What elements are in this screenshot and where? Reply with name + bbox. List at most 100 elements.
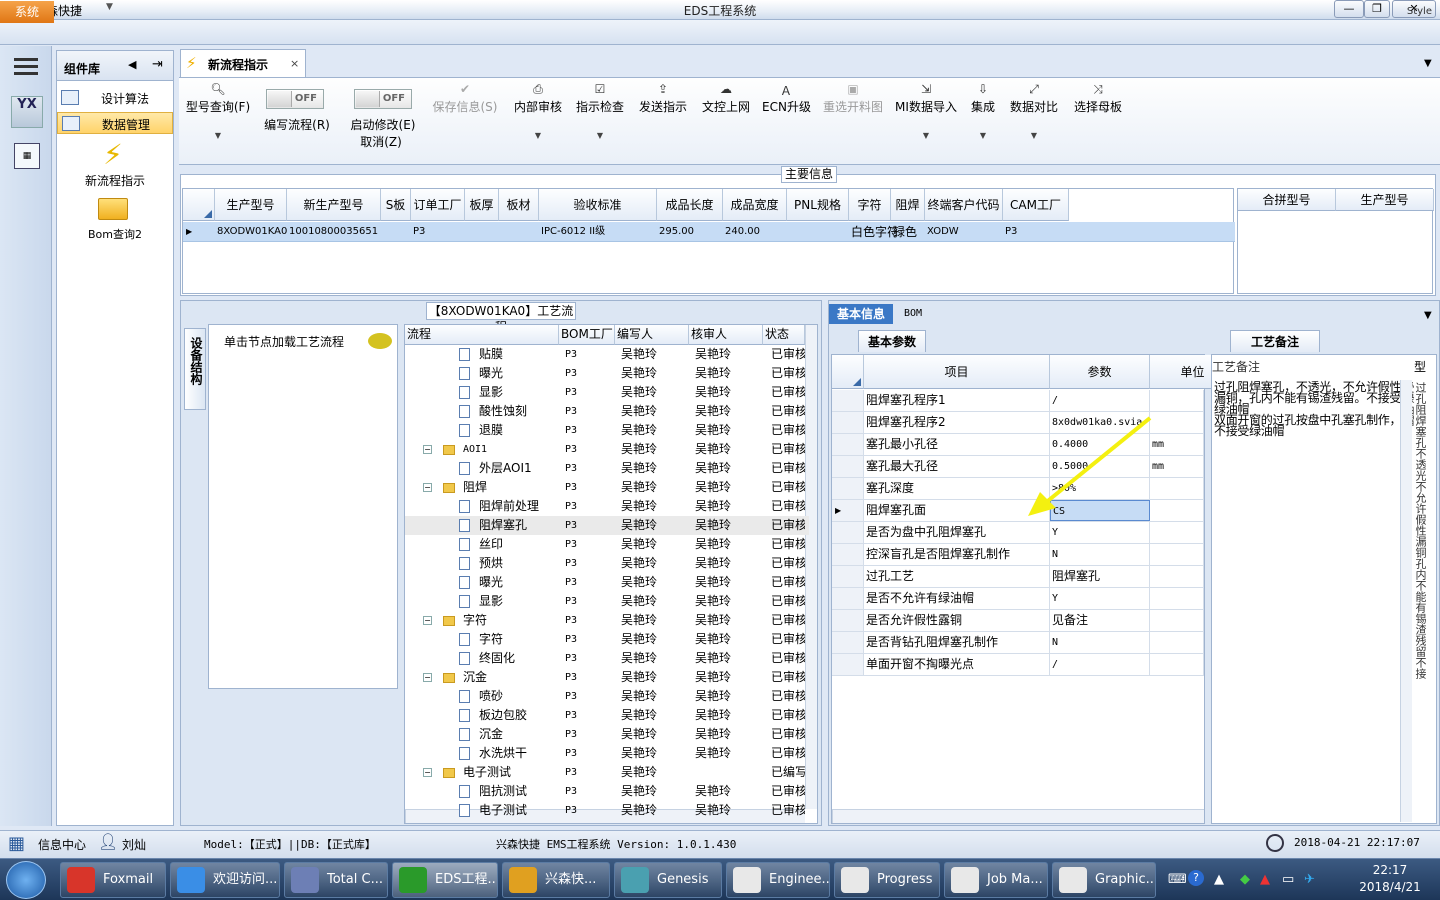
collapse-toggle-icon[interactable]: − (423, 483, 432, 492)
model-query-button[interactable]: 🔍︎ 型号查询(F) ▼ (184, 82, 252, 140)
nav-collapse-icon[interactable]: ◀ (128, 58, 136, 71)
param-value[interactable]: 见备注 (1050, 610, 1150, 631)
param-value[interactable]: Y (1050, 522, 1150, 543)
taskbar-clock[interactable]: 22:17 2018/4/21 (1352, 862, 1428, 896)
system-menu-tab[interactable]: 系统 (0, 1, 54, 23)
info-center-label[interactable]: 信息中心 (38, 836, 86, 853)
column-header[interactable]: 流程 (405, 325, 559, 345)
column-header[interactable]: PNL规格 (787, 189, 849, 221)
table-row[interactable]: 是否允许假性露铜 见备注 (832, 610, 1204, 632)
tree-row[interactable]: 预烘 P3 吴艳玲 吴艳玲 已审核 (405, 554, 809, 573)
column-header[interactable]: S板 (381, 189, 411, 221)
column-header[interactable]: 板材 (499, 189, 539, 221)
mi-import-button[interactable]: ⇲ MI数据导入 ▼ (894, 82, 958, 140)
column-header[interactable]: 项目 (864, 355, 1050, 389)
table-row[interactable]: 是否为盘中孔阻焊塞孔 Y (832, 522, 1204, 544)
collapse-toggle-icon[interactable]: − (423, 445, 432, 454)
tree-row[interactable]: 阻抗测试 P3 吴艳玲 吴艳玲 已审核 (405, 782, 809, 801)
tree-row[interactable]: − 电子测试 P3 吴艳玲 已编写 (405, 763, 809, 782)
tab-basic-info[interactable]: 基本信息 (829, 304, 893, 324)
table-row[interactable]: 单面开窗不掏曝光点 / (832, 654, 1204, 676)
tree-row[interactable]: 显影 P3 吴艳玲 吴艳玲 已审核 (405, 383, 809, 402)
tree-row[interactable]: 字符 P3 吴艳玲 吴艳玲 已审核 (405, 630, 809, 649)
windows-grid-icon[interactable]: ▦ (8, 833, 30, 854)
save-info-button[interactable]: ✔ 保存信息(S) (430, 82, 500, 115)
column-header[interactable]: BOM工厂 (559, 325, 615, 345)
collapse-toggle-icon[interactable]: − (423, 768, 432, 777)
column-header[interactable]: 生产型号 (215, 189, 287, 221)
params-hscrollbar[interactable] (832, 809, 1204, 823)
start-modify-toggle[interactable]: OFF (354, 89, 412, 109)
minimize-button[interactable]: — (1334, 0, 1364, 18)
select-motherboard-button[interactable]: ⤨ 选择母板 (1072, 82, 1124, 115)
calculator-icon[interactable]: ▦ (14, 143, 40, 169)
column-header[interactable]: CAM工厂 (1003, 189, 1069, 221)
integrate-button[interactable]: ⇩ 集成 ▼ (968, 82, 998, 140)
restore-button[interactable]: ❐ (1364, 0, 1390, 18)
hamburger-menu-icon[interactable] (14, 58, 38, 76)
column-header[interactable]: 新生产型号 (287, 189, 381, 221)
load-flow-box[interactable] (208, 324, 398, 689)
edit-flow-toggle[interactable]: OFF (266, 89, 324, 109)
tree-row[interactable]: 阻焊前处理 P3 吴艳玲 吴艳玲 已审核 (405, 497, 809, 516)
tree-row[interactable]: 外层AOI1 P3 吴艳玲 吴艳玲 已审核 (405, 459, 809, 478)
column-header[interactable]: 终端客户代码 (925, 189, 1003, 221)
taskbar-item[interactable]: Foxmail (60, 862, 166, 898)
tree-row[interactable]: 酸性蚀刻 P3 吴艳玲 吴艳玲 已审核 (405, 402, 809, 421)
table-row[interactable]: 阻焊塞孔程序1/ (832, 390, 1204, 412)
nav-bom-query-label[interactable]: Bom查询2 (58, 226, 172, 242)
tree-row[interactable]: 水洗烘干 P3 吴艳玲 吴艳玲 已审核 (405, 744, 809, 763)
tray-expand-icon[interactable]: ▲ (1214, 872, 1224, 887)
taskbar-item[interactable]: EDS工程... (392, 862, 498, 898)
column-header[interactable]: 参数 (1050, 355, 1150, 389)
tree-row[interactable]: − AOI1 P3 吴艳玲 吴艳玲 已审核 (405, 440, 809, 459)
keyboard-icon[interactable]: ⌨ (1168, 872, 1187, 887)
data-compare-button[interactable]: ⤢ 数据对比 ▼ (1008, 82, 1060, 140)
taskbar-item[interactable]: Graphic... (1052, 862, 1156, 898)
column-header[interactable]: 成品宽度 (723, 189, 787, 221)
column-header[interactable]: 状态 (763, 325, 805, 345)
column-header[interactable]: 字符 (849, 189, 891, 221)
nav-item-data-management[interactable]: 数据管理 (57, 112, 173, 134)
ecn-upgrade-button[interactable]: Ａ ECN升级 (762, 82, 811, 115)
taskbar-item[interactable]: Job Ma... (944, 862, 1048, 898)
param-value[interactable]: / (1050, 390, 1150, 411)
taskbar-item[interactable]: 欢迎访问... (170, 862, 280, 898)
network-icon[interactable]: ▭ (1282, 872, 1294, 887)
nav-item-design-algorithm[interactable]: 设计算法 (57, 87, 173, 109)
column-header[interactable]: 合拼型号 (1238, 189, 1336, 211)
tray-app-icon[interactable]: ✈ (1304, 872, 1315, 887)
column-header[interactable]: 阻焊 (891, 189, 925, 221)
factory-icon[interactable]: YX (11, 96, 43, 128)
style-menu[interactable]: Style (1407, 6, 1432, 17)
tree-row[interactable]: 板边包胶 P3 吴艳玲 吴艳玲 已审核 (405, 706, 809, 725)
table-row[interactable]: 是否背钻孔阻焊塞孔制作 N (832, 632, 1204, 654)
taskbar-item[interactable]: 兴森快... (502, 862, 610, 898)
column-header[interactable]: 板厚 (465, 189, 499, 221)
tree-row[interactable]: − 沉金 P3 吴艳玲 吴艳玲 已审核 (405, 668, 809, 687)
process-tree[interactable]: 流程 BOM工厂 编写人 核审人 状态 贴膜 P3 吴艳玲 吴艳玲 已审核 曝光 P3 吴艳玲 吴艳玲 已审… (404, 324, 818, 824)
tab-bom[interactable]: BOM (904, 308, 922, 319)
collapse-toggle-icon[interactable]: − (423, 616, 432, 625)
tree-row[interactable]: 曝光 P3 吴艳玲 吴艳玲 已审核 (405, 573, 809, 592)
column-header[interactable]: 成品长度 (657, 189, 723, 221)
param-value[interactable]: Y (1050, 588, 1150, 609)
memo-scrollbar[interactable] (1400, 380, 1412, 822)
tree-row[interactable]: 终固化 P3 吴艳玲 吴艳玲 已审核 (405, 649, 809, 668)
tab-dropdown-icon[interactable]: ▼ (1424, 58, 1432, 69)
nav-pin-icon[interactable]: ⇥ (152, 57, 163, 72)
tray-app-icon[interactable]: ▲ (1260, 872, 1270, 887)
tray-app-icon[interactable]: ◆ (1240, 872, 1250, 887)
panel-dropdown-icon[interactable]: ▼ (1424, 310, 1432, 321)
equipment-structure-tab[interactable]: 设备结构 (184, 328, 206, 410)
param-value[interactable]: N (1050, 544, 1150, 565)
taskbar-item[interactable]: Enginee... (726, 862, 830, 898)
table-row[interactable]: 控深盲孔是否阻焊塞孔制作 N (832, 544, 1204, 566)
column-header[interactable]: 核审人 (689, 325, 763, 345)
tree-row[interactable]: 沉金 P3 吴艳玲 吴艳玲 已审核 (405, 725, 809, 744)
check-instruction-button[interactable]: ☑ 指示检查 ▼ (574, 82, 626, 140)
taskbar-item[interactable]: Total C... (284, 862, 388, 898)
param-value[interactable]: N (1050, 632, 1150, 653)
send-instruction-button[interactable]: ⇪ 发送指示 (637, 82, 689, 115)
tree-row[interactable]: 喷砂 P3 吴艳玲 吴艳玲 已审核 (405, 687, 809, 706)
